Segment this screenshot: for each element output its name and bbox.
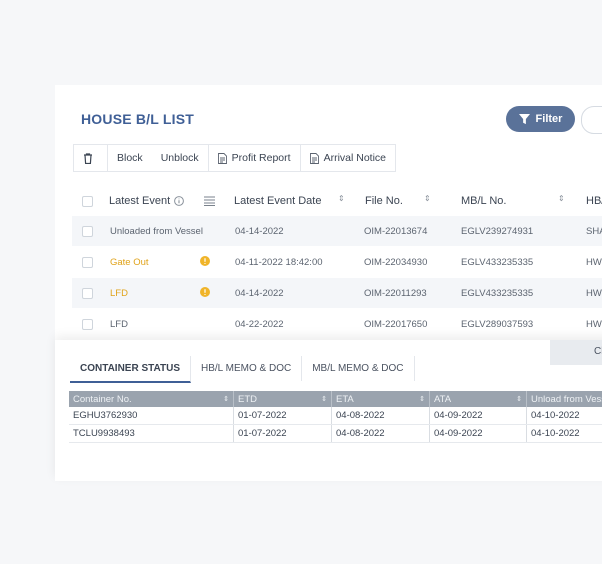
secondary-button[interactable]: [581, 106, 602, 134]
etd-cell: 01-07-2022: [234, 407, 332, 424]
container-row[interactable]: TCLU9938493 01-07-2022 04-08-2022 04-09-…: [69, 425, 602, 443]
latest-event-date-cell: 04-22-2022: [235, 319, 284, 330]
tab-hbl-memo-doc[interactable]: HB/L MEMO & DOC: [191, 356, 303, 381]
document-icon: [309, 152, 319, 164]
warning-icon: [200, 287, 210, 300]
container-no-cell: TCLU9938493: [69, 425, 234, 442]
unload-from-vessel-cell: 04-10-2022: [531, 428, 580, 439]
hbl-no-cell: HW.: [586, 319, 602, 330]
trash-icon: [84, 152, 92, 164]
container-row[interactable]: EGHU3762930 01-07-2022 04-08-2022 04-09-…: [69, 407, 602, 425]
file-no-cell[interactable]: OIM-22017650: [364, 319, 427, 330]
hbl-no-cell: HW.: [586, 288, 602, 299]
etd-cell: 01-07-2022: [234, 425, 332, 442]
column-header-unload-from-vessel[interactable]: Unload from Vess: [527, 391, 602, 407]
action-toolbar: Block Unblock Profit Report Arrival Noti…: [73, 144, 397, 172]
info-icon: [174, 196, 184, 209]
tab-container-status[interactable]: CONTAINER STATUS: [70, 356, 191, 383]
row-checkbox[interactable]: [82, 226, 93, 237]
eta-cell: 04-08-2022: [332, 425, 430, 442]
table-row[interactable]: LFD 04-22-2022 OIM-22017650 EGLV28903759…: [72, 309, 602, 339]
file-no-cell[interactable]: OIM-22011293: [364, 288, 427, 299]
sort-icon: ⇕: [516, 396, 522, 403]
warning-icon: [200, 256, 210, 269]
mbl-no-cell: EGLV433235335: [461, 257, 534, 268]
column-header-eta[interactable]: ETA ⇕: [332, 391, 430, 407]
panel-action-button[interactable]: Cl: [550, 340, 602, 365]
profit-report-label: Profit Report: [231, 152, 291, 164]
latest-event-cell: Unloaded from Vessel: [110, 226, 203, 237]
file-no-cell[interactable]: OIM-22034930: [364, 257, 427, 268]
menu-icon[interactable]: [204, 196, 215, 209]
column-header-mbl-no[interactable]: MB/L No.: [461, 195, 506, 207]
page-title: HOUSE B/L LIST: [81, 111, 194, 127]
block-button[interactable]: Block: [107, 145, 152, 171]
mbl-no-cell: EGLV239274931: [461, 226, 534, 237]
ata-cell: 04-09-2022: [430, 407, 527, 424]
container-no-cell: EGHU3762930: [69, 407, 234, 424]
sort-icon[interactable]: ⇕: [424, 194, 431, 203]
ata-cell: 04-09-2022: [430, 425, 527, 442]
latest-event-cell: LFD: [110, 288, 128, 299]
latest-event-date-cell: 04-14-2022: [235, 226, 284, 237]
arrival-notice-button[interactable]: Arrival Notice: [299, 145, 395, 171]
latest-event-cell: Gate Out: [110, 257, 149, 268]
row-checkbox[interactable]: [82, 257, 93, 268]
table-row[interactable]: LFD 04-14-2022 OIM-22011293 EGLV43323533…: [72, 278, 602, 308]
column-header-hbl-no[interactable]: HB/: [586, 195, 602, 207]
container-table: Container No. ⇕ ETD ⇕ ETA ⇕ ATA ⇕ Unload fro…: [69, 391, 602, 443]
sort-icon[interactable]: ⇕: [558, 194, 565, 203]
row-checkbox[interactable]: [82, 288, 93, 299]
profit-report-button[interactable]: Profit Report: [207, 145, 300, 171]
sort-icon: ⇕: [321, 396, 327, 403]
column-header-file-no[interactable]: File No.: [365, 195, 403, 207]
latest-event-cell: LFD: [110, 319, 128, 330]
document-icon: [217, 152, 227, 164]
eta-cell: 04-08-2022: [332, 407, 430, 424]
sort-icon: ⇕: [223, 396, 229, 403]
table-row[interactable]: Gate Out 04-11-2022 18:42:00 OIM-2203493…: [72, 247, 602, 277]
unload-from-vessel-cell: 04-10-2022: [531, 410, 580, 421]
hbl-no-cell: SHA: [586, 226, 602, 237]
panel-tabs: CONTAINER STATUS HB/L MEMO & DOC MB/L ME…: [70, 356, 415, 383]
latest-event-date-cell: 04-11-2022 18:42:00: [235, 257, 323, 268]
filter-button-label: Filter: [535, 113, 563, 125]
row-checkbox[interactable]: [82, 319, 93, 330]
filter-button[interactable]: Filter: [506, 106, 575, 132]
arrival-notice-label: Arrival Notice: [323, 152, 387, 164]
filter-icon: [518, 113, 530, 124]
column-header-latest-event-date[interactable]: Latest Event Date: [234, 195, 321, 207]
column-header-ata[interactable]: ATA ⇕: [430, 391, 527, 407]
column-header-latest-event[interactable]: Latest Event: [109, 195, 170, 207]
latest-event-date-cell: 04-14-2022: [235, 288, 284, 299]
panel-action-label: Cl: [594, 346, 602, 357]
unblock-button[interactable]: Unblock: [152, 145, 208, 171]
sort-icon[interactable]: ⇕: [338, 194, 345, 203]
file-no-cell[interactable]: OIM-22013674: [364, 226, 427, 237]
delete-button[interactable]: [74, 145, 107, 171]
table-header: Latest Event Latest Event Date ⇕ File No…: [72, 188, 602, 216]
sort-icon: ⇕: [419, 396, 425, 403]
mbl-no-cell: EGLV289037593: [461, 319, 534, 330]
select-all-checkbox[interactable]: [82, 196, 93, 207]
tab-mbl-memo-doc[interactable]: MB/L MEMO & DOC: [302, 356, 415, 381]
container-table-header: Container No. ⇕ ETD ⇕ ETA ⇕ ATA ⇕ Unload fro…: [69, 391, 602, 407]
column-header-container-no[interactable]: Container No. ⇕: [69, 391, 234, 407]
column-header-etd[interactable]: ETD ⇕: [234, 391, 332, 407]
hbl-no-cell: HW.: [586, 257, 602, 268]
table-row[interactable]: Unloaded from Vessel 04-14-2022 OIM-2201…: [72, 216, 602, 246]
mbl-no-cell: EGLV433235335: [461, 288, 534, 299]
